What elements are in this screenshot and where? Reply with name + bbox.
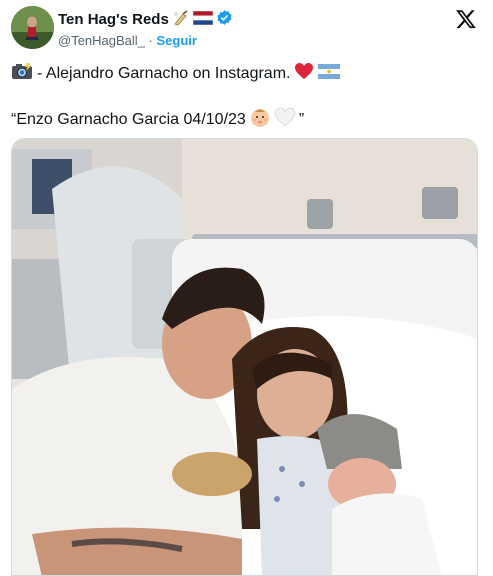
baby-face-icon	[249, 106, 271, 133]
follow-button[interactable]: Seguir	[157, 33, 197, 48]
netherlands-flag-icon	[192, 10, 214, 29]
author-display-name[interactable]: Ten Hag's Reds	[58, 11, 169, 28]
camera-flash-icon	[11, 62, 33, 85]
red-heart-icon	[294, 62, 314, 85]
tweet-header: Ten Hag's Reds @TenHagBall_ · Seguir	[0, 0, 493, 60]
tweet-text-line-2: “Enzo Garnacho Garcia 04/10/23 ”	[11, 106, 304, 133]
author-handle-row: @TenHagBall_ · Seguir	[58, 33, 197, 48]
argentina-flag-icon	[318, 63, 341, 84]
white-heart-icon	[274, 107, 296, 132]
avatar[interactable]	[11, 6, 54, 49]
tweet-text-line-2-text: “Enzo Garnacho Garcia 04/10/23	[11, 110, 246, 128]
tweet-text-line-1-text: - Alejandro Garnacho on Instagram.	[37, 64, 291, 82]
author-handle[interactable]: @TenHagBall_	[58, 33, 145, 48]
closing-quote: ”	[298, 110, 305, 128]
verified-badge-icon	[216, 9, 233, 30]
author-name-row[interactable]: Ten Hag's Reds	[58, 9, 233, 30]
tweet-photo[interactable]	[11, 138, 478, 576]
cricket-bat-icon	[172, 9, 190, 30]
x-logo-icon[interactable]	[455, 8, 477, 30]
handle-separator: ·	[148, 33, 153, 48]
tweet-text-line-1: - Alejandro Garnacho on Instagram.	[11, 62, 341, 85]
